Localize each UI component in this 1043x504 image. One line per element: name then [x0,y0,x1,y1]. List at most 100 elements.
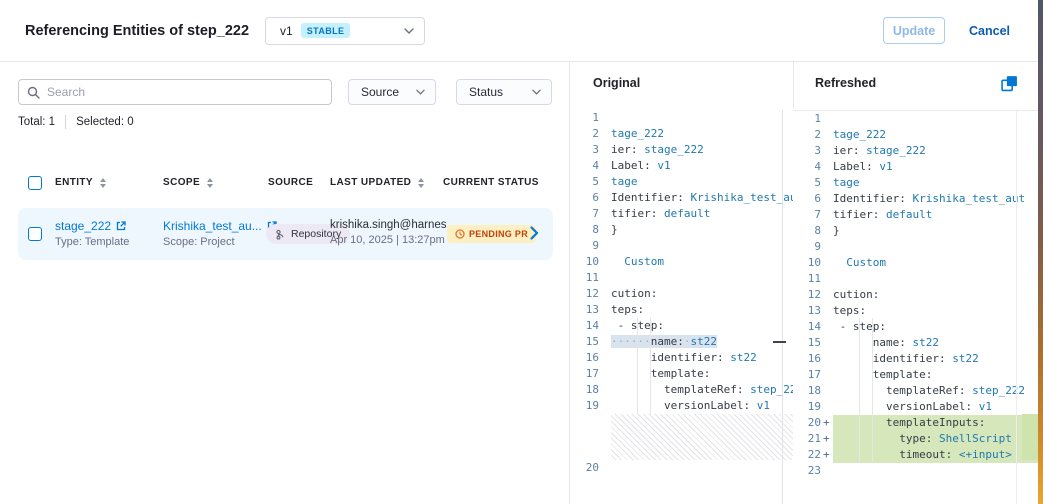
source-filter-dropdown[interactable]: Source [348,79,436,105]
code-line[interactable]: 11 [793,271,1038,287]
status-filter-dropdown[interactable]: Status [456,79,552,105]
counts-bar: Total: 1 Selected: 0 [18,115,134,129]
column-header-last-updated: LAST UPDATED [330,177,424,188]
entity-link[interactable]: stage_222 [55,219,111,233]
code-line[interactable]: 11 [571,270,793,286]
code-line[interactable]: 3ier: stage_222 [571,142,793,158]
line-number: 15 [571,334,599,350]
line-number: 19 [571,398,599,414]
code-line[interactable]: 16 identifier: st22 [571,350,793,366]
code-line[interactable]: 6Identifier: Krishika_test_aut [571,190,793,206]
code-line[interactable]: 9 [571,238,793,254]
added-line-marker [821,303,833,319]
code-line[interactable]: 10 Custom [793,255,1038,271]
update-button[interactable]: Update [883,17,945,44]
code-line[interactable]: 1 [793,111,1038,127]
code-line[interactable]: 4Label: v1 [571,158,793,174]
added-line-marker [599,206,611,222]
last-updated-cell: krishika.singh@harnes... Apr 10, 2025 | … [330,219,456,246]
table-header: ENTITY SCOPE SOURCE LAST UPDATED CURRENT… [0,174,570,198]
code-line[interactable]: 5tage [793,175,1038,191]
code-line[interactable]: 20 [571,460,793,476]
refreshed-pane-title: Refreshed [815,76,876,90]
code-line[interactable]: 20+ templateInputs: [793,415,1038,431]
version-dropdown[interactable]: v1 STABLE [265,17,425,45]
diff-splitter[interactable] [782,110,783,504]
refreshed-code-editor[interactable]: 12tage_2223ier: stage_2224Label: v15tage… [793,110,1038,504]
row-checkbox[interactable] [28,227,42,241]
code-line[interactable]: 7tifier: default [571,206,793,222]
added-line-marker [599,302,611,318]
code-line[interactable]: 15······name:·st22 [571,334,793,350]
collapsed-lines-placeholder [611,414,793,460]
code-line[interactable]: 13teps: [571,302,793,318]
code-line[interactable]: 7tifier: default [793,207,1038,223]
scope-sub: Scope: Project [163,236,277,248]
added-line-marker [599,270,611,286]
code-line[interactable]: 22+ timeout: <+input> [793,447,1038,463]
code-line[interactable]: 18 templateRef: step_222 [571,382,793,398]
line-number: 14 [571,318,599,334]
code-line[interactable]: 1 [571,110,793,126]
added-line-marker [599,158,611,174]
line-number: 5 [571,174,599,190]
added-line-marker [599,238,611,254]
code-line[interactable]: 23 [793,463,1038,479]
code-line[interactable]: 8} [793,223,1038,239]
line-number: 16 [793,351,821,367]
code-line[interactable]: 17 template: [571,366,793,382]
code-line[interactable]: 12cution: [793,287,1038,303]
cancel-button[interactable]: Cancel [969,24,1010,38]
sort-last-updated-icon[interactable] [418,178,424,188]
added-line-marker [599,286,611,302]
added-line-marker [599,126,611,142]
code-line[interactable]: 4Label: v1 [793,159,1038,175]
code-line[interactable]: 17 template: [793,367,1038,383]
copy-icon[interactable] [1001,75,1019,93]
code-line[interactable]: 14 - step: [571,318,793,334]
code-line[interactable]: 6Identifier: Krishika_test_aut [793,191,1038,207]
scrollbar-track[interactable] [1016,110,1017,504]
code-line[interactable]: 5tage [571,174,793,190]
external-link-icon[interactable] [116,221,126,231]
sort-entity-icon[interactable] [100,178,106,188]
code-line[interactable]: 19 versionLabel: v1 [571,398,793,414]
refreshed-pane: Refreshed 12tage_2223ier: stage_2224Labe… [793,62,1038,504]
column-header-current-status: CURRENT STATUS [443,177,539,188]
line-number: 2 [793,127,821,143]
code-line[interactable]: 18 templateRef: step_222 [793,383,1038,399]
code-line[interactable]: 2tage_222 [571,126,793,142]
line-number: 10 [793,255,821,271]
search-input[interactable] [47,85,323,99]
table-row[interactable]: stage_222 Type: Template Krishika_test_a… [18,208,553,260]
added-line-marker [821,175,833,191]
scope-link[interactable]: Krishika_test_au... [163,219,262,233]
code-line[interactable]: 2tage_222 [793,127,1038,143]
added-line-marker [821,111,833,127]
added-line-marker [821,127,833,143]
referencing-entities-drawer: Referencing Entities of step_222 v1 STAB… [0,0,1043,504]
code-line[interactable]: 8} [571,222,793,238]
added-line-marker [821,207,833,223]
original-code-editor[interactable]: 12tage_2223ier: stage_2224Label: v15tage… [571,110,793,504]
counts-divider [65,115,66,129]
line-number: 16 [571,350,599,366]
code-line[interactable]: 16 identifier: st22 [793,351,1038,367]
code-line[interactable]: 12cution: [571,286,793,302]
added-line-marker [821,271,833,287]
chevron-right-icon[interactable] [530,226,539,240]
code-line[interactable]: 9 [793,239,1038,255]
code-line[interactable]: 19 versionLabel: v1 [793,399,1038,415]
code-line[interactable]: 14 - step: [793,319,1038,335]
code-line[interactable]: 10 Custom [571,254,793,270]
original-pane: Original 12tage_2223ier: stage_2224Label… [571,62,793,504]
column-header-scope: SCOPE [163,177,213,188]
select-all-checkbox[interactable] [28,176,42,190]
line-number: 9 [571,238,599,254]
code-line[interactable]: 15 name: st22 [793,335,1038,351]
code-line[interactable]: 21+ type: ShellScript [793,431,1038,447]
line-number: 8 [571,222,599,238]
code-line[interactable]: 3ier: stage_222 [793,143,1038,159]
sort-scope-icon[interactable] [207,178,213,188]
code-line[interactable]: 13teps: [793,303,1038,319]
